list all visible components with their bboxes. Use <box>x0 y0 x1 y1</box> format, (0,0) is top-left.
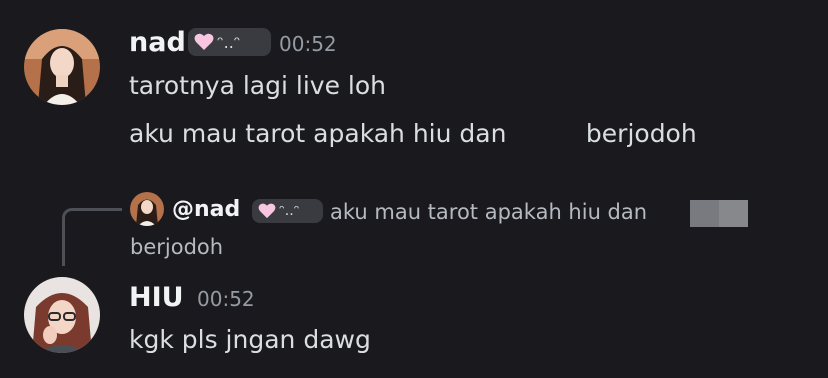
avatar-hiu[interactable] <box>24 277 100 353</box>
heart-icon <box>258 203 276 219</box>
avatar-nad-image <box>24 29 100 105</box>
reply-user-tag-badge[interactable]: ᵔ..ᵔ <box>252 199 323 223</box>
reply-avatar-nad[interactable] <box>130 192 164 226</box>
message-text: tarotnya lagi live loh <box>129 71 386 100</box>
avatar-hiu-image <box>24 277 100 353</box>
user-tag-badge[interactable]: ᵔ..ᵔ <box>188 28 271 56</box>
tag-kaomoji: ᵔ..ᵔ <box>279 203 300 219</box>
tag-kaomoji: ᵔ..ᵔ <box>217 32 241 52</box>
redacted-block <box>690 200 748 227</box>
message-text: kgk pls jngan dawg <box>129 325 371 354</box>
heart-icon <box>194 33 214 50</box>
reply-mention[interactable]: @nad <box>172 196 240 224</box>
reply-avatar-image <box>130 192 164 226</box>
message-text: aku mau tarot apakah hiu dan berjodoh <box>129 119 697 148</box>
username-hiu[interactable]: HIU <box>129 282 184 314</box>
avatar-nad[interactable] <box>24 29 100 105</box>
reply-preview-text[interactable]: aku mau tarot apakah hiu dan <box>330 198 647 226</box>
timestamp[interactable]: 00:52 <box>197 285 255 313</box>
reply-connector-line <box>62 208 122 266</box>
reply-preview-text-cont[interactable]: berjodoh <box>130 233 223 261</box>
username-nad[interactable]: nad <box>129 27 186 59</box>
timestamp[interactable]: 00:52 <box>279 30 337 58</box>
